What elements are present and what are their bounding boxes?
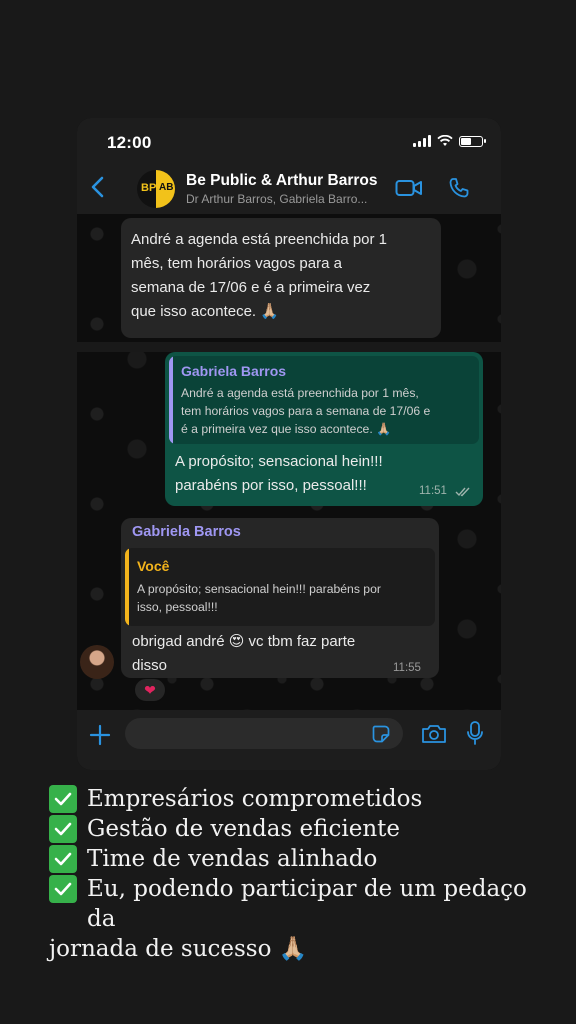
message-line: que isso acontece. 🙏🏼 [131, 303, 279, 320]
check-mark-icon [49, 785, 77, 813]
screenshot-seam [77, 342, 501, 352]
message-time: 11:55 [393, 662, 421, 674]
message-bubble-outgoing[interactable]: Gabriela Barros André a agenda está pree… [165, 352, 483, 506]
caption-text: jornada de sucesso 🙏🏼 [49, 936, 308, 962]
caption-item: Empresários comprometidos [49, 784, 559, 814]
message-bubble-incoming[interactable]: André a agenda está preenchida por 1 mês… [121, 218, 441, 338]
message-line: André a agenda está preenchida por 1 [131, 231, 388, 248]
back-chevron-icon[interactable] [87, 174, 109, 200]
sticker-icon[interactable] [372, 725, 390, 743]
wifi-icon [437, 135, 453, 146]
status-icons [413, 135, 486, 147]
check-mark-icon [49, 815, 77, 843]
quote-line: André a agenda está preenchida por 1 mês… [181, 386, 419, 400]
caption-text: Empresários comprometidos [87, 786, 423, 812]
message-line: obrigad andré 😍 vc tbm faz parte [132, 633, 356, 650]
message-input[interactable] [125, 718, 403, 749]
mic-icon[interactable] [466, 721, 484, 747]
quote-line: é a primeira vez que isso acontece. 🙏🏼 [181, 422, 392, 436]
battery-icon [459, 135, 486, 147]
quoted-message[interactable]: Gabriela Barros André a agenda está pree… [169, 356, 479, 444]
caption-item-continuation: jornada de sucesso 🙏🏼 [49, 934, 559, 964]
status-bar: 12:00 [77, 118, 501, 164]
video-call-icon[interactable] [395, 178, 423, 198]
group-avatar[interactable]: BP AB [137, 170, 175, 208]
story-caption: Empresários comprometidos Gestão de vend… [49, 784, 559, 964]
sender-name: Gabriela Barros [132, 524, 241, 540]
phone-screenshot: 12:00 BP AB Be Public & Arthur Barros Dr… [77, 118, 501, 770]
quote-author: Você [137, 558, 170, 574]
message-line: disso [132, 657, 168, 674]
chat-area: André a agenda está preenchida por 1 mês… [77, 214, 501, 710]
reaction-heart-icon[interactable]: ❤ [134, 678, 166, 702]
caption-text: Gestão de vendas eficiente [87, 816, 400, 842]
message-line: mês, tem horários vagos para a [131, 255, 342, 272]
quote-line: isso, pessoal!!! [137, 600, 218, 614]
quoted-message[interactable]: Você A propósito; sensacional hein!!! pa… [125, 548, 435, 626]
plus-icon[interactable] [89, 724, 111, 746]
chat-header: BP AB Be Public & Arthur Barros Dr Arthu… [77, 164, 501, 214]
caption-item: Time de vendas alinhado [49, 844, 559, 874]
message-input-bar [77, 710, 501, 770]
quote-author: Gabriela Barros [181, 363, 287, 379]
sender-avatar[interactable] [80, 645, 114, 679]
message-line: semana de 17/06 e é a primeira vez [131, 279, 371, 296]
caption-item: Gestão de vendas eficiente [49, 814, 559, 844]
check-mark-icon [49, 845, 77, 873]
read-receipt-icon [455, 487, 470, 497]
chat-participants[interactable]: Dr Arthur Barros, Gabriela Barro... [186, 192, 367, 206]
avatar-text-left: BP [141, 182, 157, 194]
chat-title[interactable]: Be Public & Arthur Barros [186, 172, 378, 190]
signal-icon [413, 135, 431, 147]
message-bubble-incoming[interactable]: Gabriela Barros Você A propósito; sensac… [121, 518, 439, 678]
status-time: 12:00 [107, 133, 152, 152]
message-line: parabéns por isso, pessoal!!! [175, 477, 367, 494]
quote-line: tem horários vagos para a semana de 17/0… [181, 404, 431, 418]
camera-icon[interactable] [421, 723, 447, 745]
caption-text: Time de vendas alinhado [87, 846, 378, 872]
caption-text: Eu, podendo participar de um pedaço da [87, 876, 527, 932]
caption-item: Eu, podendo participar de um pedaço da [49, 874, 559, 934]
message-time: 11:51 [419, 485, 447, 497]
quote-line: A propósito; sensacional hein!!! parabén… [137, 582, 381, 596]
phone-call-icon[interactable] [447, 176, 471, 200]
check-mark-icon [49, 875, 77, 903]
message-line: A propósito; sensacional hein!!! [175, 453, 383, 470]
avatar-text-right: AB [159, 182, 174, 193]
